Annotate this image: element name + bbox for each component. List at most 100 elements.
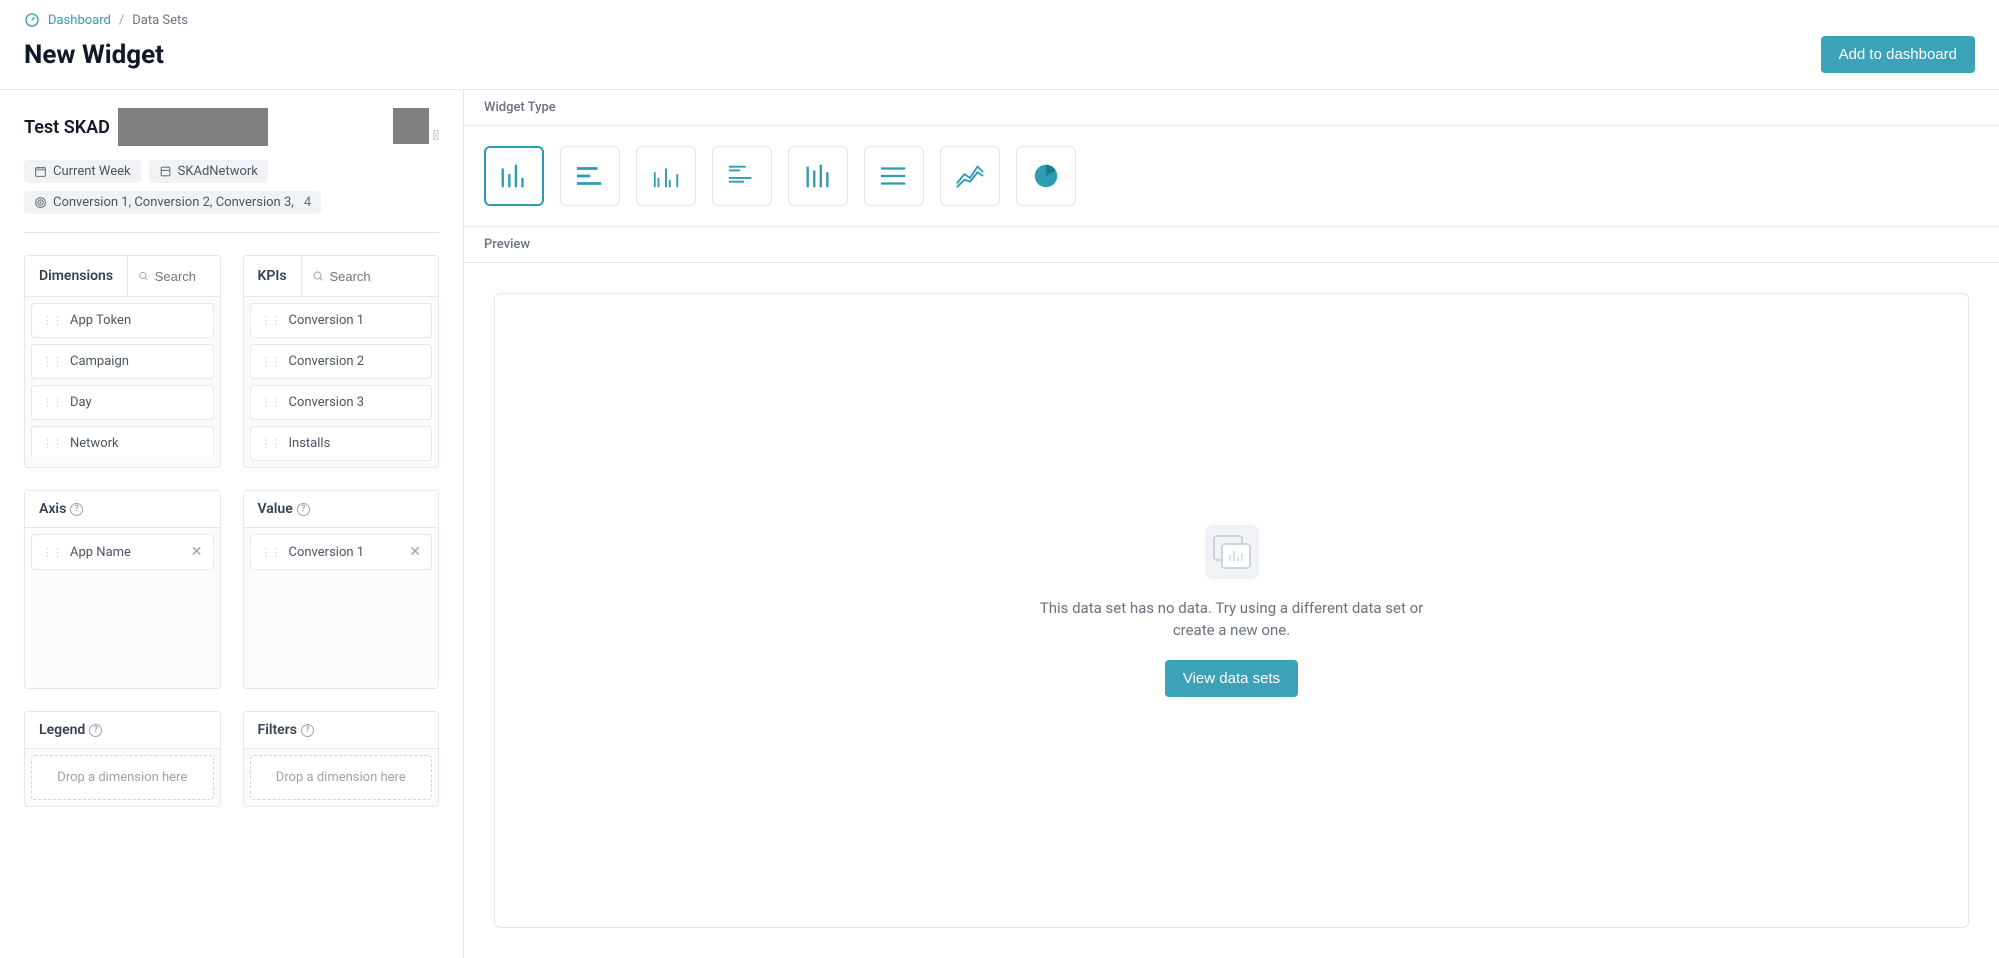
empty-state-icon [1205,525,1259,579]
chip-conversions[interactable]: Conversion 1, Conversion 2, Conversion 3… [24,191,321,214]
preview-header: Preview [464,227,1999,263]
widget-type-pie[interactable] [1016,146,1076,206]
breadcrumb-dashboard[interactable]: Dashboard [48,13,111,28]
horizontal-bar-icon [575,161,605,191]
breadcrumb-datasets[interactable]: Data Sets [132,13,188,28]
remove-icon[interactable]: ✕ [191,544,203,560]
list-item[interactable]: ⋮⋮ App Token [31,303,214,338]
drag-handle-icon: ⋮⋮ [261,397,281,408]
remove-icon[interactable]: ✕ [409,544,421,560]
item-label: Campaign [70,354,129,369]
gauge-icon [24,12,40,28]
list-item[interactable]: ⋮⋮ Conversion 3 [250,385,433,420]
chip-conversions-label: Conversion 1, Conversion 2, Conversion 3… [53,195,294,210]
chip-conversions-count: 4 [304,195,311,210]
value-title: Value ? [244,491,324,527]
widget-type-stacked-horizontal[interactable] [864,146,924,206]
item-label: App Name [70,545,131,560]
list-item[interactable]: ⋮⋮ Conversion 1 [250,303,433,338]
item-label: Installs [289,436,331,451]
drag-handle-icon: ⋮⋮ [261,315,281,326]
line-chart-icon [955,161,985,191]
apple-icon:  [433,128,439,144]
list-item[interactable]: ⋮⋮ Installs [250,426,433,461]
widget-type-bar-vertical[interactable] [484,146,544,206]
item-label: Conversion 3 [289,395,365,410]
pie-chart-icon [1031,161,1061,191]
calendar-icon [34,165,47,178]
grouped-bar-icon [651,161,681,191]
drag-handle-icon: ⋮⋮ [42,397,62,408]
chip-source-label: SKAdNetwork [178,164,258,179]
left-panel: Test SKAD  Current Week SKAdNetwork Con… [0,90,464,958]
item-label: Conversion 1 [289,313,365,328]
bar-chart-icon [499,161,529,191]
widget-type-header: Widget Type [464,90,1999,126]
search-icon [312,269,324,283]
view-datasets-button[interactable]: View data sets [1165,660,1298,697]
breadcrumb: Dashboard / Data Sets [24,12,1975,28]
dimensions-search-input[interactable] [155,269,210,284]
divider [24,232,439,233]
list-item[interactable]: ⋮⋮ App Name ✕ [31,534,214,570]
drag-handle-icon: ⋮⋮ [42,547,62,558]
drag-handle-icon: ⋮⋮ [261,356,281,367]
help-icon[interactable]: ? [70,503,83,516]
list-item[interactable]: ⋮⋮Network [31,426,214,457]
dataset-title: Test SKAD [24,117,110,138]
item-label: Conversion 2 [289,354,365,369]
list-item[interactable]: ⋮⋮ Conversion 1 ✕ [250,534,433,570]
drag-handle-icon: ⋮⋮ [261,438,281,449]
empty-message: This data set has no data. Try using a d… [1032,597,1432,642]
kpis-search-input[interactable] [329,269,428,284]
item-label: App Token [70,313,131,328]
value-box: Value ? ⋮⋮ Conversion 1 ✕ [243,490,440,689]
chip-period-label: Current Week [53,164,131,179]
drag-handle-icon: ⋮⋮ [42,315,62,326]
kpis-box: KPIs ⋮⋮ Conversion 1 ⋮⋮ Conversion 2 ⋮⋮ Conve… [243,255,440,468]
drag-handle-icon: ⋮⋮ [42,356,62,367]
widget-type-selector [464,126,1999,227]
legend-title: Legend ? [25,712,116,748]
right-panel: Widget Type [464,90,1999,958]
widget-type-grouped-bar-vertical[interactable] [636,146,696,206]
grouped-horizontal-bar-icon [727,161,757,191]
legend-drop-zone[interactable]: Drop a dimension here [31,755,214,800]
filters-box: Filters ? Drop a dimension here [243,711,440,807]
help-icon[interactable]: ? [89,724,102,737]
item-label: Network [70,436,119,451]
list-item[interactable]: ⋮⋮ Day [31,385,214,420]
widget-type-grouped-bar-horizontal[interactable] [712,146,772,206]
chip-period[interactable]: Current Week [24,160,141,183]
mini-bar-icon [1228,549,1244,563]
axis-title: Axis ? [25,491,97,527]
database-icon [159,165,172,178]
stacked-horizontal-icon [879,161,909,191]
dimensions-box: Dimensions ⋮⋮ App Token ⋮⋮ Campaign ⋮⋮ Day ⋮⋮N… [24,255,221,468]
help-icon[interactable]: ? [297,503,310,516]
axis-box: Axis ? ⋮⋮ App Name ✕ [24,490,221,689]
redacted-block [118,108,268,146]
stacked-bar-icon [803,161,833,191]
legend-box: Legend ? Drop a dimension here [24,711,221,807]
app-icon-placeholder [393,108,429,144]
kpis-title: KPIs [244,258,301,294]
help-icon[interactable]: ? [301,724,314,737]
widget-type-line[interactable] [940,146,1000,206]
filters-title: Filters ? [244,712,328,748]
page-title: New Widget [24,40,164,70]
chip-source[interactable]: SKAdNetwork [149,160,268,183]
list-item[interactable]: ⋮⋮ Campaign [31,344,214,379]
list-item[interactable]: ⋮⋮ Conversion 2 [250,344,433,379]
item-label: Day [70,395,92,410]
breadcrumb-separator: / [119,13,124,28]
item-label: Conversion 1 [289,545,365,560]
filters-drop-zone[interactable]: Drop a dimension here [250,755,433,800]
dimensions-title: Dimensions [25,258,127,294]
add-to-dashboard-button[interactable]: Add to dashboard [1821,36,1975,73]
drag-handle-icon: ⋮⋮ [261,547,281,558]
widget-type-stacked-bar[interactable] [788,146,848,206]
widget-type-bar-horizontal[interactable] [560,146,620,206]
target-icon [34,196,47,209]
preview-card: This data set has no data. Try using a d… [494,293,1969,928]
